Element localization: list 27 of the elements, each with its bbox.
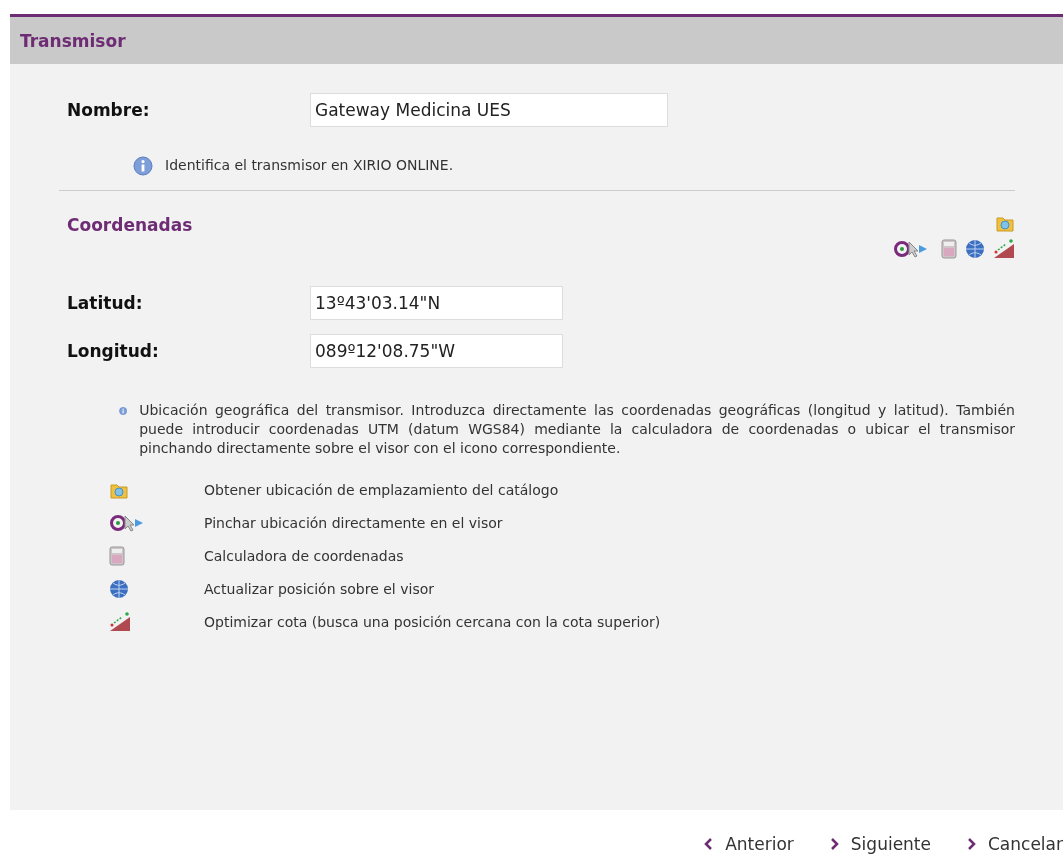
slope-icon[interactable] — [993, 239, 1015, 259]
globe-icon — [109, 579, 129, 599]
field-label: Longitud: — [67, 341, 160, 361]
calculator-icon — [109, 546, 125, 566]
section-title: Coordenadas — [67, 215, 193, 235]
legend-text: Obtener ubicación de emplazamiento del catálogo — [204, 482, 559, 498]
legend-text: Optimizar cota (busca una posición cercana con la cota superior) — [204, 614, 661, 630]
nav-link[interactable]: Siguiente — [829, 834, 931, 854]
legend-text: Calculadora de coordenadas — [204, 548, 404, 564]
legend-text: Actualizar posición sobre el visor — [204, 581, 434, 597]
coordinate-field[interactable]: 089º12'08.75"W — [310, 334, 563, 368]
slope-icon — [109, 612, 131, 632]
legend-text: Pinchar ubicación directamente en el visor — [204, 515, 503, 531]
chevron-left-icon — [704, 838, 714, 850]
field-label: Latitud: — [67, 293, 144, 313]
nav-link[interactable]: Anterior — [704, 834, 794, 854]
info-text: Ubicación geográfica del transmisor. Introduzca directamente las coordenadas geográficas (longitud y latitud). También puede introducir coordenadas UTM (datum WGS84) mediante la calculadora de coordenadas o ubicar el transmisor pinchando directamente sobre el visor con el icono correspondiente. — [139, 401, 1015, 458]
nav-link[interactable]: Cancelar — [967, 834, 1063, 854]
field-label: Nombre: — [67, 100, 151, 120]
chevron-right-icon — [967, 838, 976, 850]
globe-icon[interactable] — [965, 239, 985, 259]
name-field[interactable]: Gateway Medicina UES — [310, 93, 668, 127]
coordinate-field[interactable]: 13º43'03.14"N — [310, 286, 563, 320]
info-icon — [133, 156, 153, 176]
info-text: Identifica el transmisor en XIRIO ONLINE. — [165, 156, 454, 175]
panel-title: Transmisor — [10, 17, 1063, 64]
chevron-right-icon — [829, 838, 839, 850]
